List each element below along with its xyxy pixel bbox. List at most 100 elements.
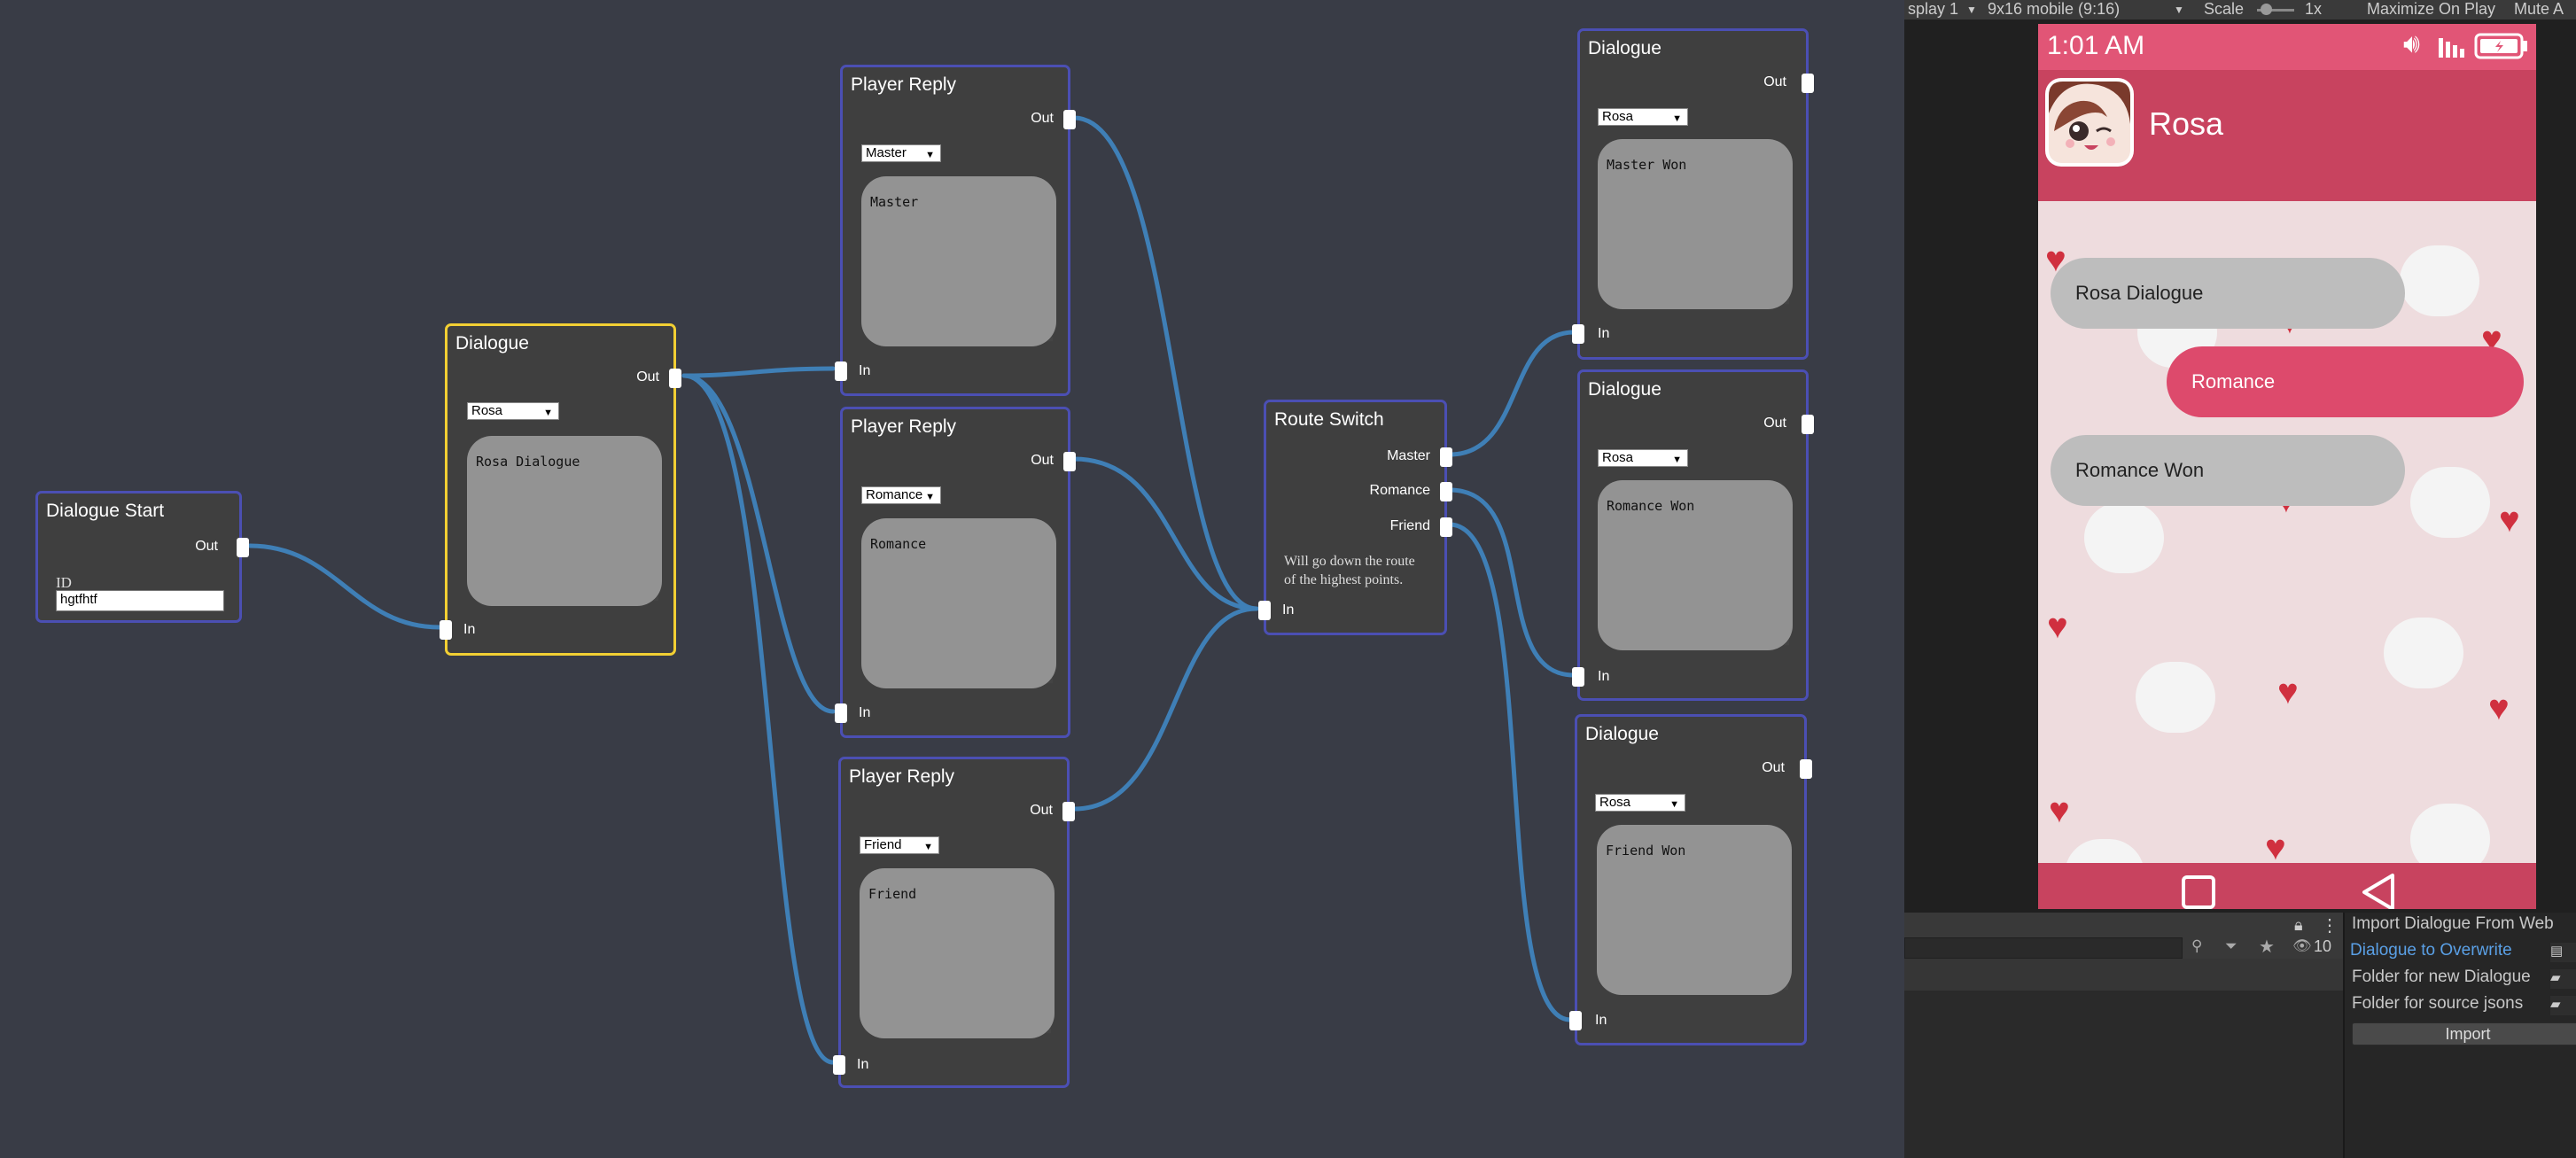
in-label: In <box>857 1057 869 1072</box>
scale-value: 1x <box>2305 0 2323 18</box>
project-panel: 🔒︎ ⋮ ⚲ ⏷ ★ 👁︎ 10 <box>1904 913 2343 1158</box>
scale-slider-handle[interactable] <box>2261 4 2272 15</box>
inspector-panel: Import Dialogue From Web Dialogue to Ove… <box>2343 913 2576 1158</box>
reply-textarea[interactable]: Master ◢ <box>861 176 1056 346</box>
reply-textarea[interactable]: Friend ◢ <box>860 868 1055 1038</box>
maximize-on-play-toggle[interactable]: Maximize On Play <box>2367 0 2495 19</box>
speaker-select[interactable]: Rosa ▼ <box>1598 449 1688 467</box>
back-button[interactable] <box>2357 870 2401 909</box>
reply-text: Friend <box>868 886 917 902</box>
romance-label: Romance <box>1369 483 1430 498</box>
out-port[interactable] <box>1063 110 1076 129</box>
player-reply-romance-node[interactable]: Player Reply Out Romance ▼ Romance ◢ In <box>835 407 1076 738</box>
route-select[interactable]: Friend ▼ <box>860 836 939 854</box>
hidden-packages-icon[interactable]: 👁︎ <box>2292 937 2312 955</box>
out-label: Out <box>195 539 218 554</box>
mute-audio-toggle[interactable]: Mute A <box>2514 0 2564 19</box>
in-port[interactable] <box>440 620 452 640</box>
chevron-down-icon: ▼ <box>543 408 553 418</box>
id-label: ID <box>56 574 72 591</box>
avatar[interactable] <box>2045 78 2134 167</box>
route-switch-node[interactable]: Route Switch Master Romance Friend Will … <box>1258 400 1452 635</box>
node-title: Route Switch <box>1274 409 1384 430</box>
in-label: In <box>463 622 476 637</box>
dialogue-node-romance-won[interactable]: Dialogue Out Rosa ▼ Romance Won ◢ In <box>1572 369 1814 701</box>
id-input[interactable]: hgtfhtf <box>56 590 224 611</box>
resize-grip-icon: ◢ <box>652 594 658 603</box>
out-label: Out <box>1763 74 1786 89</box>
resize-grip-icon: ◢ <box>1783 297 1789 307</box>
out-port[interactable] <box>1802 74 1814 93</box>
dialogue-node-main[interactable]: Dialogue Out Rosa ▼ Rosa Dialogue ◢ In <box>440 323 681 656</box>
dialogue-node-friend-won[interactable]: Dialogue Out Rosa ▼ Friend Won ◢ In <box>1569 714 1812 1045</box>
reply-textarea[interactable]: Romance ◢ <box>861 518 1056 688</box>
cat-icon <box>2410 467 2490 538</box>
out-port[interactable] <box>1800 759 1812 779</box>
display-dropdown[interactable]: splay 1 <box>1908 0 1958 19</box>
romance-out-port[interactable] <box>1440 482 1452 501</box>
folder-icon[interactable]: ▰ <box>2550 969 2576 989</box>
favorite-star-icon[interactable]: ★ <box>2259 936 2275 958</box>
resize-grip-icon: ◢ <box>1783 638 1789 648</box>
recent-apps-button[interactable] <box>2182 875 2215 909</box>
filter-by-label-icon[interactable]: ⏷ <box>2225 937 2237 955</box>
filter-by-type-icon[interactable]: ⚲ <box>2191 937 2202 955</box>
dialogue-to-overwrite-label: Dialogue to Overwrite <box>2350 941 2512 960</box>
dialogue-node-master-won[interactable]: Dialogue Out Rosa ▼ Master Won ◢ In <box>1572 28 1814 360</box>
in-port[interactable] <box>1258 601 1271 620</box>
dialogue-textarea[interactable]: Master Won ◢ <box>1598 139 1793 309</box>
resize-grip-icon: ◢ <box>1045 1026 1051 1036</box>
more-options-icon[interactable]: ⋮ <box>2321 914 2339 937</box>
friend-out-port[interactable] <box>1440 517 1452 537</box>
out-port[interactable] <box>1063 452 1076 471</box>
out-port[interactable] <box>1062 802 1075 821</box>
out-port[interactable] <box>669 369 681 388</box>
hidden-packages-count: 10 <box>2314 937 2332 955</box>
out-port[interactable] <box>1802 415 1814 434</box>
in-port[interactable] <box>833 1055 845 1075</box>
in-port[interactable] <box>835 703 847 723</box>
in-port[interactable] <box>1572 324 1584 344</box>
out-port[interactable] <box>237 538 249 557</box>
wire-switch-romance-out <box>1447 487 1576 678</box>
cat-icon <box>2400 245 2479 316</box>
speaker-select[interactable]: Rosa ▼ <box>1595 794 1685 812</box>
out-label: Out <box>1031 453 1054 468</box>
lock-icon[interactable]: 🔒︎ <box>2294 916 2303 935</box>
node-title: Player Reply <box>851 416 957 437</box>
dialogue-textarea[interactable]: Friend Won ◢ <box>1597 825 1792 995</box>
dialogue-text: Friend Won <box>1606 843 1686 859</box>
route-select[interactable]: Romance ▼ <box>861 486 941 504</box>
chevron-down-icon: ▼ <box>923 842 933 852</box>
in-port[interactable] <box>1572 667 1584 687</box>
speaker-select[interactable]: Rosa ▼ <box>1598 108 1688 126</box>
resolution-dropdown[interactable]: 9x16 mobile (9:16) <box>1988 0 2120 19</box>
in-port[interactable] <box>835 361 847 381</box>
friend-label: Friend <box>1389 518 1430 533</box>
in-port[interactable] <box>1569 1011 1582 1030</box>
dialogue-textarea[interactable]: Rosa Dialogue ◢ <box>467 436 662 606</box>
route-select[interactable]: Master ▼ <box>861 144 941 162</box>
folder-icon[interactable]: ▰ <box>2550 996 2576 1015</box>
node-graph-canvas[interactable]: Dialogue Start Out ID hgtfhtf Dialogue O… <box>0 0 1904 1158</box>
chevron-down-icon: ▼ <box>1672 113 1682 124</box>
node-title: Dialogue <box>1585 724 1659 744</box>
dialogue-start-node[interactable]: Dialogue Start Out ID hgtfhtf <box>35 491 249 623</box>
dialogue-textarea[interactable]: Romance Won ◢ <box>1598 480 1793 650</box>
dialogue-text: Rosa Dialogue <box>476 454 580 470</box>
node-title: Dialogue <box>1588 38 1662 58</box>
game-view-toolbar: splay 1 ▼ 9x16 mobile (9:16) ▼ Scale 1x … <box>1904 0 2576 19</box>
wire-friend-to-switch <box>1071 606 1259 812</box>
object-field-dialogue[interactable]: ▤ <box>2550 943 2576 962</box>
search-input[interactable] <box>1904 937 2183 959</box>
master-out-port[interactable] <box>1440 447 1452 467</box>
chevron-down-icon: ▼ <box>1966 4 1977 16</box>
wire-dialogue-to-romance <box>681 373 836 714</box>
cat-icon <box>2410 804 2490 863</box>
speaker-select[interactable]: Rosa ▼ <box>467 402 559 420</box>
signal-icon <box>2439 33 2465 58</box>
player-reply-master-node[interactable]: Player Reply Out Master ▼ Master ◢ In <box>835 65 1076 396</box>
import-button[interactable]: Import <box>2352 1022 2576 1045</box>
player-reply-friend-node[interactable]: Player Reply Out Friend ▼ Friend ◢ In <box>833 757 1075 1088</box>
cat-icon <box>2136 662 2215 733</box>
